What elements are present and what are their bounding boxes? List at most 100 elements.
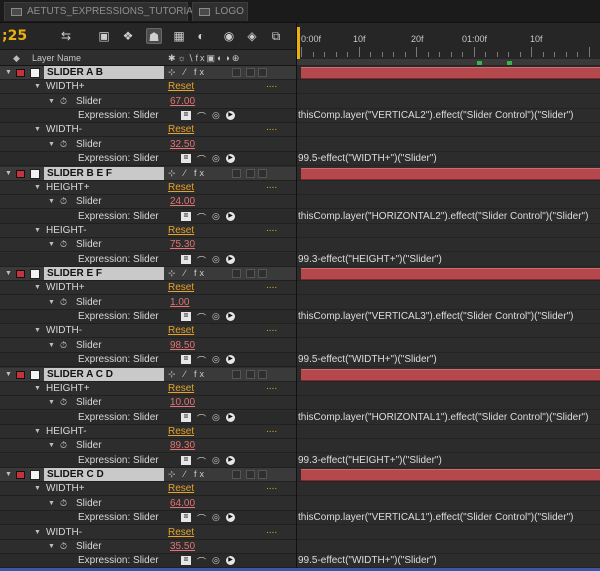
- expand-triangle-icon[interactable]: ▼: [34, 184, 41, 191]
- reset-link[interactable]: Reset: [168, 383, 194, 394]
- expression-text[interactable]: 99.5-effect("WIDTH+")("Slider"): [298, 555, 437, 566]
- layer-switches[interactable]: ⊹ ⁄ fx: [168, 369, 207, 380]
- stopwatch-icon[interactable]: ⏱: [60, 397, 67, 408]
- pick-whip-icon[interactable]: ◎: [212, 254, 220, 265]
- layer-row[interactable]: ▼ SLIDER A B ⊹ ⁄ fx: [0, 66, 296, 80]
- switch-box[interactable]: [246, 68, 255, 77]
- current-time-indicator[interactable]: [297, 27, 300, 61]
- slider-value[interactable]: 67.00: [170, 96, 195, 107]
- reset-link[interactable]: Reset: [168, 182, 194, 193]
- draft-3d-icon[interactable]: ❖: [120, 28, 136, 44]
- expand-triangle-icon[interactable]: ▼: [5, 371, 12, 378]
- expression-language-menu-icon[interactable]: ▶: [226, 254, 235, 264]
- enable-expression-icon[interactable]: =: [181, 254, 191, 264]
- expand-triangle-icon[interactable]: ▼: [48, 98, 55, 105]
- enable-expression-icon[interactable]: =: [181, 355, 191, 365]
- expression-language-menu-icon[interactable]: ▶: [226, 111, 235, 121]
- expression-text[interactable]: thisComp.layer("HORIZONTAL1").effect("Sl…: [298, 412, 588, 423]
- layer-name-header[interactable]: Layer Name: [32, 53, 81, 63]
- frame-blending-icon[interactable]: ▦: [171, 28, 187, 44]
- reset-link[interactable]: Reset: [168, 527, 194, 538]
- expand-triangle-icon[interactable]: ▼: [48, 198, 55, 205]
- reset-link[interactable]: Reset: [168, 483, 194, 494]
- slider-value[interactable]: 24.00: [170, 196, 195, 207]
- reset-link[interactable]: Reset: [168, 426, 194, 437]
- layer-name[interactable]: SLIDER A C D: [44, 367, 164, 381]
- stopwatch-icon[interactable]: ⏱: [60, 297, 67, 308]
- expression-language-menu-icon[interactable]: ▶: [226, 513, 235, 523]
- layer-duration-bar[interactable]: [301, 469, 600, 482]
- about-link[interactable]: ....: [266, 381, 277, 392]
- about-link[interactable]: ....: [266, 223, 277, 234]
- slider-value[interactable]: 32.50: [170, 139, 195, 150]
- about-link[interactable]: ....: [266, 481, 277, 492]
- stopwatch-icon[interactable]: ⏱: [60, 541, 67, 552]
- time-ruler[interactable]: 0:00f 10f 20f 01:00f 10f: [296, 23, 600, 66]
- expression-graph-icon[interactable]: ⌒: [197, 211, 206, 224]
- pick-whip-icon[interactable]: ◎: [212, 153, 220, 164]
- stopwatch-icon[interactable]: ⏱: [60, 196, 67, 207]
- expand-triangle-icon[interactable]: ▼: [48, 299, 55, 306]
- expand-triangle-icon[interactable]: ▼: [48, 442, 55, 449]
- switch-box[interactable]: [258, 369, 267, 379]
- pick-whip-icon[interactable]: ◎: [212, 512, 220, 523]
- slider-value[interactable]: 75.30: [170, 239, 195, 250]
- expression-language-menu-icon[interactable]: ▶: [226, 312, 235, 322]
- reset-link[interactable]: Reset: [168, 325, 194, 336]
- tab-comp-logo[interactable]: LOGO: [192, 2, 248, 21]
- marker[interactable]: [507, 61, 512, 65]
- switch-box[interactable]: [246, 470, 255, 480]
- expand-triangle-icon[interactable]: ▼: [48, 500, 55, 507]
- switch-box[interactable]: [258, 269, 267, 279]
- expand-triangle-icon[interactable]: ▼: [34, 83, 41, 90]
- about-link[interactable]: ....: [266, 323, 277, 334]
- layer-name[interactable]: SLIDER C D: [44, 468, 164, 482]
- expand-triangle-icon[interactable]: ▼: [5, 170, 12, 177]
- layer-duration-bar[interactable]: [301, 67, 600, 79]
- layer-name[interactable]: SLIDER A B: [44, 66, 164, 79]
- expand-triangle-icon[interactable]: ▼: [34, 284, 41, 291]
- expand-triangle-icon[interactable]: ▼: [5, 270, 12, 277]
- expand-triangle-icon[interactable]: ▼: [48, 342, 55, 349]
- expand-triangle-icon[interactable]: ▼: [5, 69, 12, 76]
- auto-keyframe-icon[interactable]: ◈: [244, 28, 260, 44]
- about-link[interactable]: ....: [266, 122, 277, 133]
- motion-blur-icon[interactable]: ◐: [193, 28, 209, 44]
- enable-expression-icon[interactable]: =: [181, 513, 191, 523]
- pick-whip-icon[interactable]: ◎: [212, 354, 220, 365]
- switch-box[interactable]: [232, 470, 241, 480]
- layer-name[interactable]: SLIDER B E F: [44, 166, 164, 180]
- label-color-swatch[interactable]: [16, 370, 25, 379]
- expression-text[interactable]: 99.5-effect("WIDTH+")("Slider"): [298, 153, 437, 164]
- reset-link[interactable]: Reset: [168, 124, 194, 135]
- slider-value[interactable]: 89.30: [170, 440, 195, 451]
- expression-graph-icon[interactable]: ⌒: [197, 311, 206, 324]
- layer-row[interactable]: ▼ SLIDER C D ⊹ ⁄ fx: [0, 468, 296, 483]
- expression-graph-icon[interactable]: ⌒: [197, 354, 206, 367]
- layer-switches[interactable]: ⊹ ⁄ fx: [168, 168, 207, 179]
- pick-whip-icon[interactable]: ◎: [212, 555, 220, 566]
- stopwatch-icon[interactable]: ⏱: [60, 96, 67, 107]
- expression-graph-icon[interactable]: ⌒: [197, 455, 206, 468]
- switch-box[interactable]: [232, 269, 241, 279]
- live-update-icon[interactable]: ▣: [96, 28, 112, 44]
- expand-triangle-icon[interactable]: ▼: [34, 485, 41, 492]
- switch-box[interactable]: [258, 68, 267, 77]
- expand-triangle-icon[interactable]: ▼: [34, 385, 41, 392]
- current-time-display[interactable]: ;25: [2, 28, 27, 44]
- about-link[interactable]: ....: [266, 525, 277, 536]
- layer-duration-bar[interactable]: [301, 268, 600, 281]
- switch-box[interactable]: [246, 369, 255, 379]
- expression-language-menu-icon[interactable]: ▶: [226, 211, 235, 221]
- slider-value[interactable]: 35.50: [170, 541, 195, 552]
- layer-duration-bar[interactable]: [301, 368, 600, 381]
- effect-name[interactable]: WIDTH-: [46, 527, 82, 538]
- enable-expression-icon[interactable]: =: [181, 312, 191, 322]
- expand-triangle-icon[interactable]: ▼: [34, 529, 41, 536]
- reset-link[interactable]: Reset: [168, 282, 194, 293]
- slider-value[interactable]: 98.50: [170, 340, 195, 351]
- expression-text[interactable]: thisComp.layer("VERTICAL1").effect("Slid…: [298, 512, 573, 523]
- layer-row[interactable]: ▼ SLIDER E F ⊹ ⁄ fx: [0, 267, 296, 282]
- graph-editor-icon[interactable]: ⧉: [268, 28, 284, 44]
- shy-layers-icon[interactable]: ☗: [146, 28, 162, 44]
